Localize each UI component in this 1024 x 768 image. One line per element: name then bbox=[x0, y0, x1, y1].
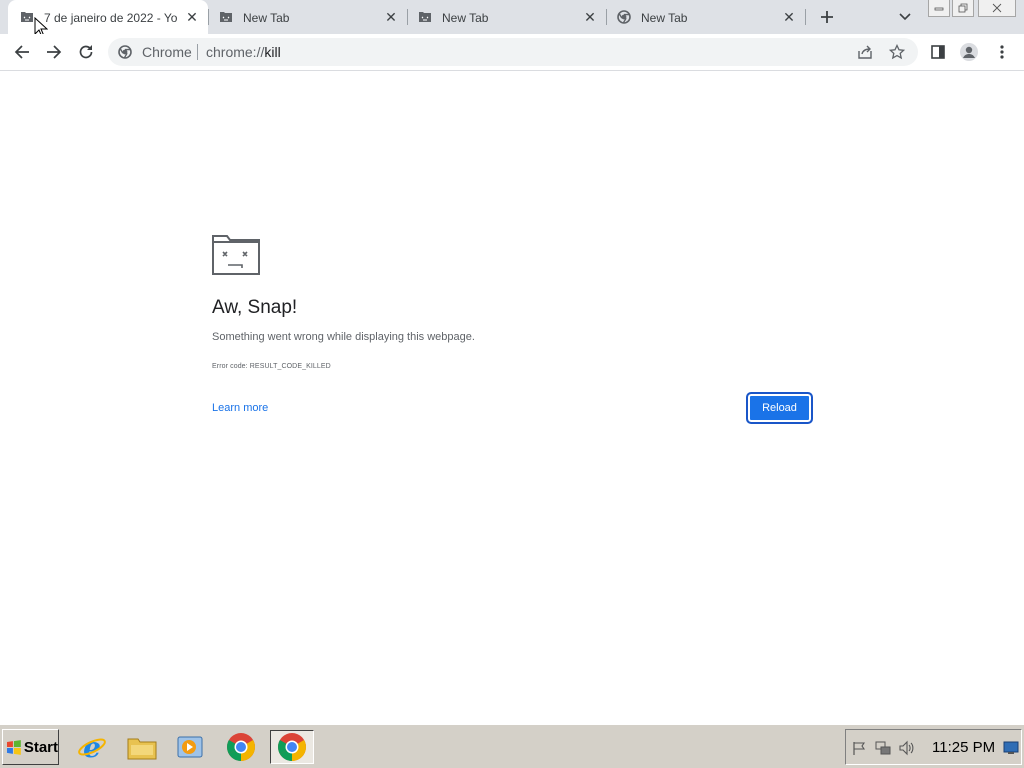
tab-title: New Tab bbox=[442, 11, 489, 25]
sad-folder-icon bbox=[20, 10, 34, 24]
address-bar[interactable]: Chrome chrome://kill bbox=[108, 38, 918, 66]
clock[interactable]: 11:25 PM bbox=[932, 739, 995, 756]
profile-button[interactable] bbox=[957, 40, 981, 64]
menu-button[interactable] bbox=[990, 40, 1014, 64]
browser-toolbar: Chrome chrome://kill bbox=[0, 34, 1024, 71]
chevron-down-icon bbox=[899, 13, 911, 21]
forward-arrow-icon bbox=[47, 45, 62, 59]
new-tab-button[interactable] bbox=[816, 6, 838, 28]
tab-new-tab-3[interactable]: New Tab ✕ bbox=[605, 0, 805, 34]
reload-button[interactable]: Reload bbox=[747, 393, 812, 423]
volume-icon[interactable] bbox=[898, 739, 916, 757]
chrome-icon bbox=[617, 10, 631, 24]
tab-new-tab-1[interactable]: New Tab ✕ bbox=[207, 0, 407, 34]
tab-title: New Tab bbox=[641, 11, 688, 25]
error-message: Something went wrong while displaying th… bbox=[212, 331, 475, 343]
close-tab-icon[interactable]: ✕ bbox=[582, 9, 598, 25]
share-icon[interactable] bbox=[856, 43, 874, 61]
back-button[interactable] bbox=[10, 40, 34, 64]
start-label: Start bbox=[23, 738, 58, 756]
tab-title: 7 de janeiro de 2022 - YouT bbox=[44, 11, 178, 25]
page-content: Aw, Snap! Something went wrong while dis… bbox=[0, 72, 1024, 724]
tab-title: New Tab bbox=[243, 11, 290, 25]
back-arrow-icon bbox=[14, 45, 29, 59]
restore-button[interactable] bbox=[952, 0, 974, 17]
sad-folder-icon bbox=[418, 10, 432, 24]
close-tab-icon[interactable]: ✕ bbox=[781, 9, 797, 25]
url-scheme: chrome:// bbox=[206, 44, 265, 60]
start-button[interactable]: Start bbox=[2, 729, 59, 765]
close-tab-icon[interactable]: ✕ bbox=[184, 9, 200, 25]
close-tab-icon[interactable]: ✕ bbox=[383, 9, 399, 25]
chrome-icon bbox=[118, 45, 132, 59]
chrome-icon[interactable] bbox=[270, 730, 314, 764]
system-tray: 11:25 PM bbox=[845, 729, 1022, 765]
kebab-menu-icon bbox=[1000, 45, 1004, 59]
restore-icon bbox=[958, 3, 967, 12]
sad-folder-icon bbox=[219, 10, 233, 24]
learn-more-link[interactable]: Learn more bbox=[212, 402, 268, 414]
tab-search-button[interactable] bbox=[895, 7, 915, 27]
refresh-icon bbox=[79, 45, 93, 59]
site-chip: Chrome bbox=[142, 44, 192, 60]
tab-strip: 7 de janeiro de 2022 - YouT ✕ New Tab ✕ … bbox=[0, 0, 1024, 38]
plus-icon bbox=[821, 11, 833, 23]
svg-text:e: e bbox=[83, 732, 101, 762]
chrome-icon[interactable] bbox=[224, 730, 258, 764]
minimize-button[interactable] bbox=[928, 0, 950, 17]
forward-button[interactable] bbox=[42, 40, 66, 64]
reload-page-button[interactable] bbox=[74, 40, 98, 64]
media-player-icon[interactable] bbox=[173, 730, 207, 764]
bookmark-star-icon[interactable] bbox=[888, 43, 906, 61]
url-text: chrome://kill bbox=[206, 44, 281, 60]
tab-separator bbox=[805, 9, 806, 25]
taskbar: Start e 11:25 PM bbox=[0, 724, 1024, 768]
action-center-flag-icon[interactable] bbox=[850, 739, 868, 757]
show-desktop-icon[interactable] bbox=[1002, 739, 1020, 757]
avatar-icon bbox=[960, 43, 978, 61]
sad-tab-icon bbox=[212, 235, 260, 275]
tab-new-tab-2[interactable]: New Tab ✕ bbox=[406, 0, 606, 34]
error-code: Error code: RESULT_CODE_KILLED bbox=[212, 363, 331, 370]
minimize-icon bbox=[934, 7, 944, 11]
internet-explorer-icon[interactable]: e bbox=[75, 730, 109, 764]
url-path: kill bbox=[264, 44, 281, 60]
side-panel-button[interactable] bbox=[926, 40, 950, 64]
file-explorer-icon[interactable] bbox=[125, 730, 159, 764]
windows-logo-icon bbox=[6, 740, 21, 755]
close-window-button[interactable] bbox=[978, 0, 1016, 17]
network-icon[interactable] bbox=[874, 739, 892, 757]
error-heading: Aw, Snap! bbox=[212, 297, 298, 318]
close-icon bbox=[992, 3, 1002, 13]
omnibox-divider bbox=[197, 44, 198, 60]
side-panel-icon bbox=[931, 45, 945, 59]
